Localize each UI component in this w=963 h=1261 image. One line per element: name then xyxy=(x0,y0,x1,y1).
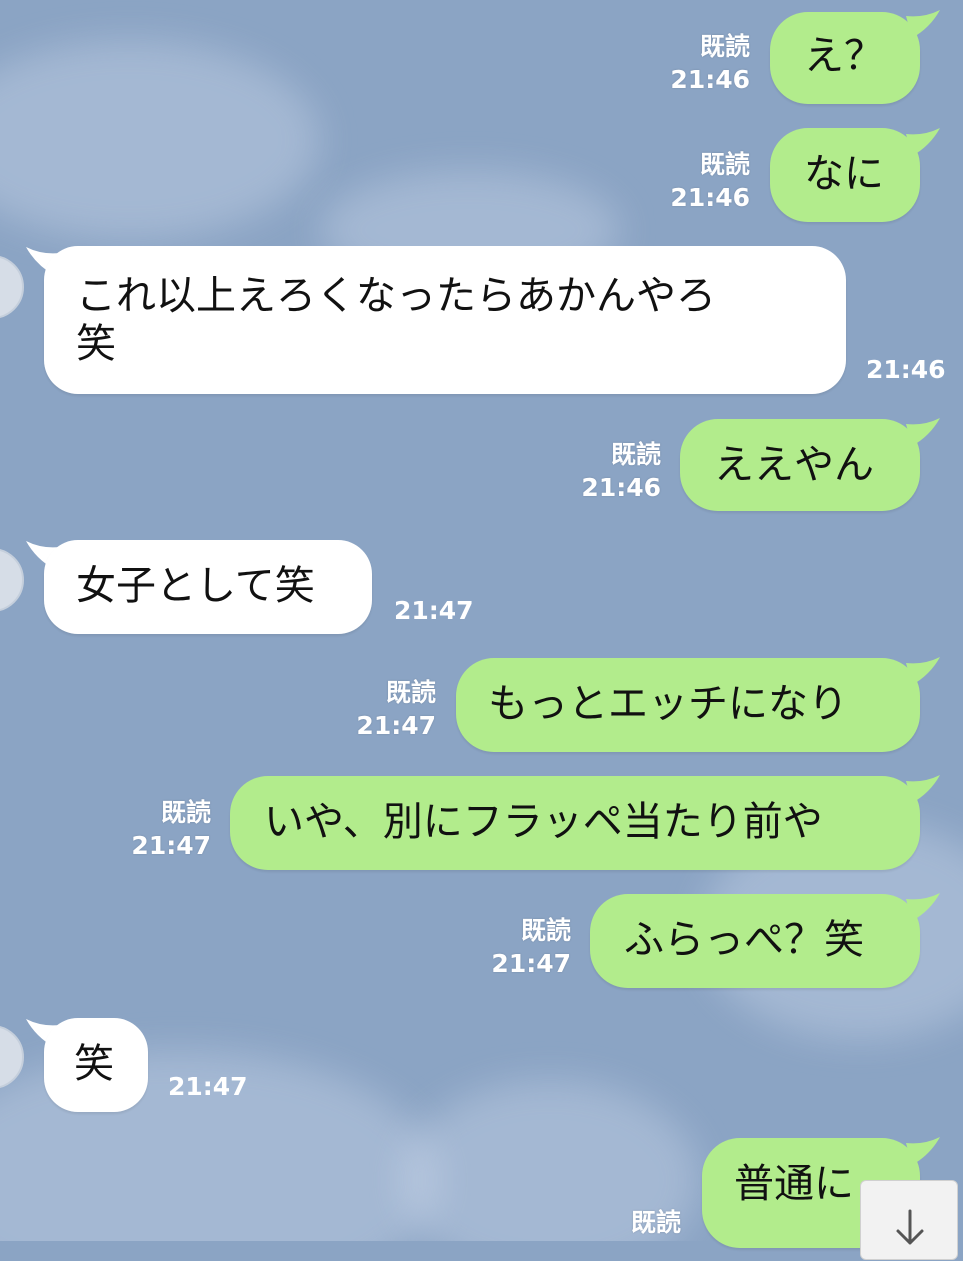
bubble-tail xyxy=(906,1137,940,1165)
message-bubble[interactable]: いや、別にフラッペ当たり前や xyxy=(230,776,920,870)
bubble-tail xyxy=(906,893,940,921)
read-receipt: 既読 xyxy=(520,916,571,945)
message-time: 21:47 xyxy=(394,596,474,625)
message-text: え？ xyxy=(804,33,884,79)
message-bubble[interactable]: これ以上えろくなったらあかんやろ 笑 xyxy=(44,246,846,394)
bubble-tail xyxy=(906,775,940,803)
read-receipt: 既読 xyxy=(160,798,211,827)
message-time: 21:46 xyxy=(866,355,946,384)
message-bubble[interactable]: え？ xyxy=(770,12,920,104)
message-bubble[interactable]: もっとエッチになり xyxy=(456,658,920,752)
message-meta: 既読 21:46 xyxy=(670,30,750,96)
message-time: 21:47 xyxy=(491,949,571,978)
scroll-to-bottom-button[interactable] xyxy=(860,1180,958,1260)
message-text: ふらっぺ？笑 xyxy=(624,917,864,963)
message-text: 笑 xyxy=(74,1041,114,1087)
message-meta: 既読 21:47 xyxy=(356,676,436,742)
message-meta: 既読 21:47 xyxy=(131,796,211,862)
bubble-tail xyxy=(906,418,940,446)
message-time: 21:47 xyxy=(131,831,211,860)
message-text: 普通に xyxy=(734,1161,854,1207)
message-text: もっとエッチになり xyxy=(488,681,848,727)
message-bubble[interactable]: ふらっぺ？笑 xyxy=(590,894,920,988)
arrow-down-icon xyxy=(896,1209,924,1245)
message-text: ええやん xyxy=(714,442,874,488)
bubble-tail xyxy=(906,657,940,685)
read-receipt: 既読 xyxy=(610,440,661,469)
message-meta: 既読 21:47 xyxy=(491,914,571,980)
message-text: 笑 xyxy=(76,321,116,367)
read-receipt: 既読 xyxy=(385,678,436,707)
message-meta: 既読 21:46 xyxy=(670,148,750,214)
message-time: 21:46 xyxy=(670,65,750,94)
message-text: いや、別にフラッペ当たり前や xyxy=(264,799,823,845)
bubble-tail xyxy=(906,10,940,38)
message-bubble[interactable]: 女子として笑 xyxy=(44,540,372,634)
read-receipt: 既読 xyxy=(699,150,750,179)
read-receipt: 既読 xyxy=(630,1208,681,1237)
message-time: 21:47 xyxy=(168,1072,248,1101)
message-time: 21:46 xyxy=(670,183,750,212)
message-time: 21:46 xyxy=(581,473,661,502)
message-text: これ以上えろくなったらあかんやろ xyxy=(76,273,716,319)
message-bubble[interactable]: 笑 xyxy=(44,1018,148,1112)
message-text: 女子として笑 xyxy=(76,563,315,609)
message-text: なに xyxy=(804,151,884,197)
message-meta: 既読 21:46 xyxy=(581,438,661,504)
message-bubble[interactable]: なに xyxy=(770,128,920,222)
read-receipt: 既読 xyxy=(699,32,750,61)
message-bubble[interactable]: ええやん xyxy=(680,419,920,511)
message-time: 21:47 xyxy=(356,711,436,740)
bubble-tail xyxy=(906,128,940,156)
message-meta: 既読 xyxy=(631,1206,681,1239)
